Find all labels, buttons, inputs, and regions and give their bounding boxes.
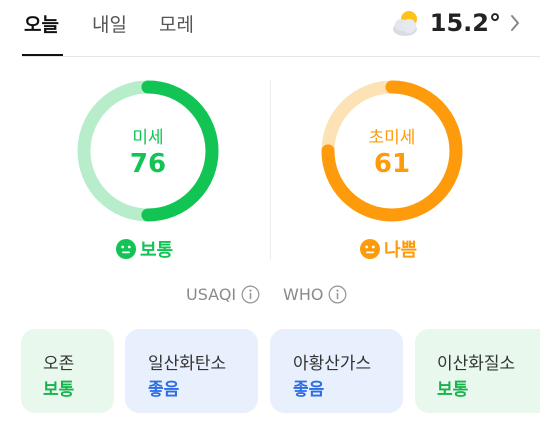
gauge-divider [270, 80, 271, 260]
pm10-status: 보통 [116, 236, 173, 262]
neutral-face-icon [116, 239, 136, 259]
header-divider [22, 56, 540, 57]
pollutant-status: 좋음 [148, 380, 180, 400]
tab-today[interactable]: 오늘 [24, 10, 59, 37]
partly-cloudy-icon [392, 11, 417, 36]
weather-summary[interactable]: 15.2° [390, 4, 520, 42]
pm10-label: 미세 [132, 128, 164, 148]
pollutant-status: 보통 [437, 380, 469, 400]
info-icon[interactable] [241, 285, 260, 304]
info-icon[interactable] [328, 285, 347, 304]
pollutant-name: 오존 [43, 354, 75, 374]
who-standard[interactable]: WHO [283, 285, 347, 304]
pm25-label: 초미세 [368, 128, 416, 148]
pm25-status: 나쁨 [360, 236, 417, 262]
tab-tomorrow[interactable]: 내일 [92, 10, 127, 37]
neutral-face-icon [360, 239, 380, 259]
pollutant-name: 이산화질소 [437, 354, 516, 374]
usaqi-label: USAQI [186, 285, 237, 304]
pollutant-name: 일산화탄소 [148, 354, 227, 374]
chevron-right-icon[interactable] [510, 14, 520, 32]
temperature: 15.2° [429, 9, 501, 37]
pm10-status-text: 보통 [140, 240, 174, 261]
pm25-value: 61 [373, 149, 411, 179]
who-label: WHO [283, 285, 324, 304]
pollutant-name: 아황산가스 [293, 354, 372, 374]
usaqi-standard[interactable]: USAQI [186, 285, 260, 304]
pollutant-card-carbon-monoxide[interactable]: 일산화탄소 좋음 [125, 329, 258, 413]
pm25-status-text: 나쁨 [384, 240, 418, 261]
pollutant-status: 좋음 [293, 380, 325, 400]
pollutant-status: 보통 [43, 380, 75, 400]
pollutant-card-sulfur-dioxide[interactable]: 아황산가스 좋음 [270, 329, 403, 413]
pollutant-card-ozone[interactable]: 오존 보통 [21, 329, 114, 413]
pm10-value: 76 [129, 149, 167, 179]
tab-day-after-tomorrow[interactable]: 모레 [159, 10, 194, 37]
pollutant-card-nitrogen-dioxide[interactable]: 이산화질소 보통 [415, 329, 540, 413]
